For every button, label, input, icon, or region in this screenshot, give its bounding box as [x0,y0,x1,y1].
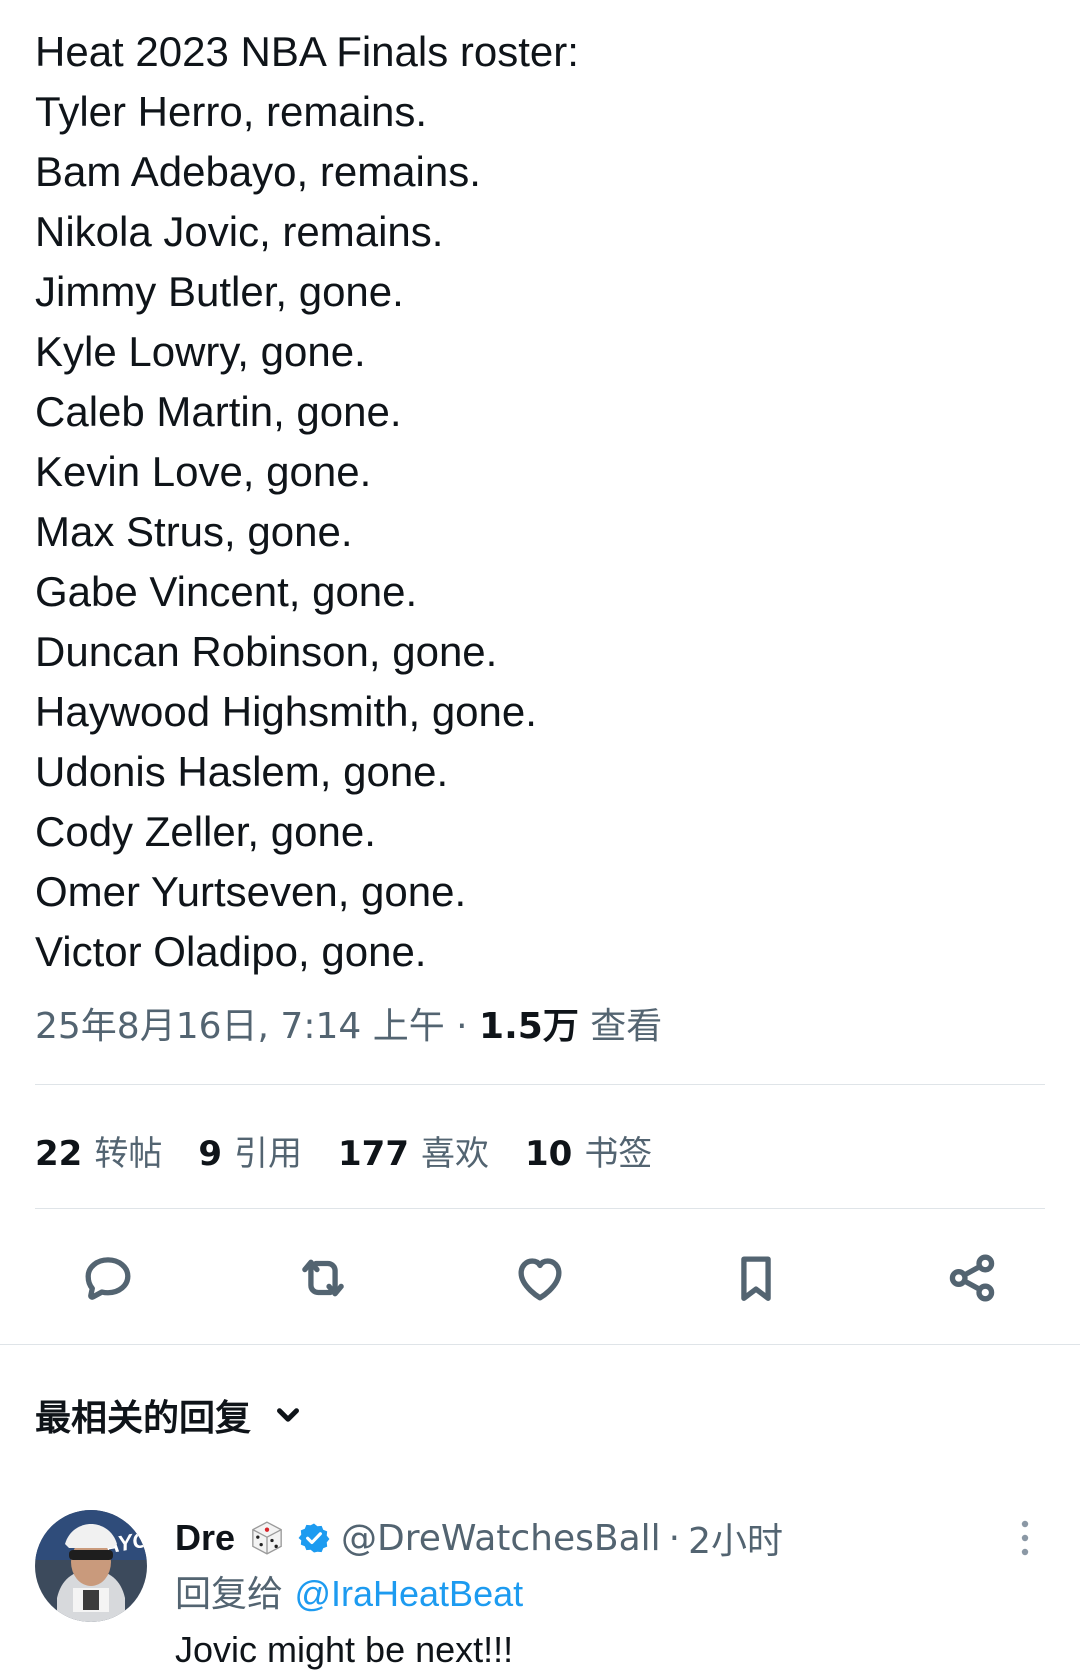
stat-count: 10 [524,1133,573,1174]
stat-quotes[interactable]: 9 引用 [198,1126,302,1175]
chevron-down-icon [277,1408,299,1422]
retweet-button[interactable] [281,1236,365,1320]
reply-icon [85,1257,131,1300]
stat-likes[interactable]: 177 喜欢 [338,1126,489,1175]
share-icon [949,1254,995,1302]
tweet-text: Heat 2023 NBA Finals roster: Tyler Herro… [35,22,1045,982]
stat-count: 177 [338,1133,409,1174]
verified-badge-icon [298,1523,330,1553]
tweet-line: Max Strus, gone. [35,508,353,555]
tweet-meta: 25年8月16日, 7:14 上午 · 1.5万 查看 [35,1000,662,1054]
stat-reposts[interactable]: 22 转帖 [35,1126,162,1175]
divider [35,1208,1045,1209]
bookmark-icon [741,1256,771,1301]
tweet-line: Udonis Haslem, gone. [35,748,449,795]
avatar-image: AYOFFS [35,1510,147,1622]
views-label: 查看 [590,1006,663,1047]
tweet-line: Duncan Robinson, gone. [35,628,498,675]
tweet-line: Jimmy Butler, gone. [35,268,404,315]
tweet-line: Caleb Martin, gone. [35,388,402,435]
retweet-icon [302,1259,344,1297]
share-button[interactable] [930,1236,1014,1320]
reply-separator: · [668,1517,681,1559]
reply-time[interactable]: 2小时 [688,1512,783,1564]
replies-title: 最相关的回复 [35,1398,252,1439]
replies-sort-dropdown[interactable]: 最相关的回复 [35,1385,305,1445]
more-options-icon[interactable] [1005,1516,1045,1560]
tweet-line: Kevin Love, gone. [35,448,372,495]
stat-label: 引用 [234,1133,302,1174]
avatar[interactable]: AYOFFS [35,1510,147,1622]
reply-to-label: 回复给 [175,1574,295,1615]
tweet-line: Haywood Highsmith, gone. [35,688,537,735]
tweet-line: Kyle Lowry, gone. [35,328,366,375]
reply-button[interactable] [66,1236,150,1320]
views-count: 1.5万 [479,1006,579,1047]
reply-text: Jovic might be next!!! [175,1629,514,1670]
reply-author-name[interactable]: Dre [175,1517,235,1559]
reply-to-line: 回复给 @IraHeatBeat [175,1566,1045,1622]
tweet-line: Omer Yurtseven, gone. [35,868,467,915]
stat-label: 书签 [584,1133,653,1174]
stat-count: 9 [198,1133,222,1174]
reply-to-mention[interactable]: @IraHeatBeat [294,1573,523,1614]
reply-content: Dre @DreWatchesBall · 2小时 回复给 @IraHeatBe… [175,1510,1045,1678]
tweet-line: Tyler Herro, remains. [35,88,428,135]
stat-label: 喜欢 [420,1133,489,1174]
stat-label: 转帖 [94,1133,163,1174]
engagement-stats: 22 转帖 9 引用 177 喜欢 10 书签 [35,1120,688,1180]
reply-item[interactable]: AYOFFS Dre @DreWatchesBall · 2小时 回复给 @Ir… [35,1510,1045,1680]
stat-bookmarks[interactable]: 10 书签 [525,1126,652,1175]
tweet-line: Nikola Jovic, remains. [35,208,444,255]
tweet-line: Victor Oladipo, gone. [35,928,427,975]
reply-header: Dre @DreWatchesBall · 2小时 [175,1510,1045,1566]
stat-count: 22 [35,1133,83,1174]
tweet-line: Cody Zeller, gone. [35,808,376,855]
bookmark-button[interactable] [714,1236,798,1320]
tweet-line: Gabe Vincent, gone. [35,568,418,615]
like-button[interactable] [498,1236,582,1320]
reply-author-handle[interactable]: @DreWatchesBall [341,1518,661,1559]
dice-icon [252,1521,282,1555]
tweet-timestamp[interactable]: 25年8月16日, 7:14 上午 [35,1006,445,1047]
tweet-line: Heat 2023 NBA Finals roster: [35,28,579,75]
divider [35,1084,1045,1085]
like-icon [518,1258,562,1301]
meta-separator: · [444,1006,480,1047]
section-divider [0,1344,1080,1345]
tweet-line: Bam Adebayo, remains. [35,148,481,195]
tweet-actions [0,1236,1080,1320]
